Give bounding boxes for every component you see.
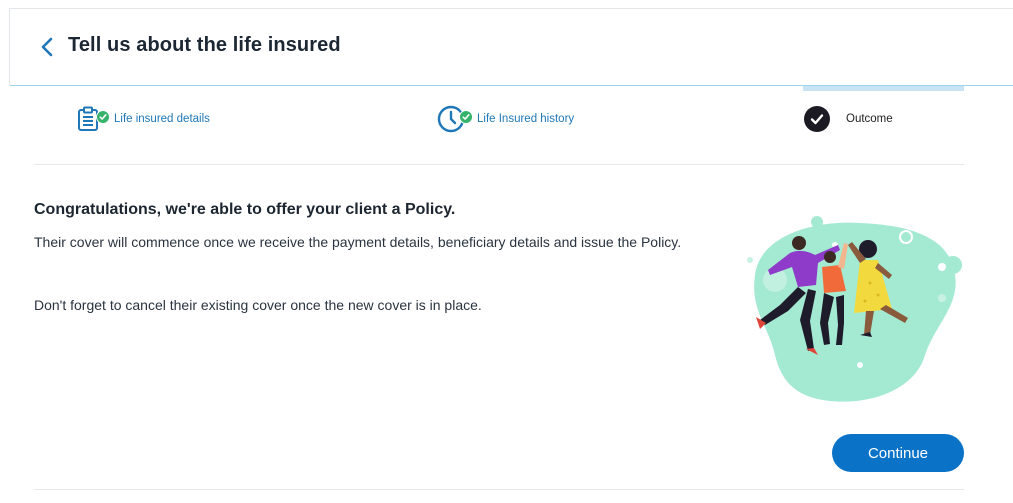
step-label: Life Insured history [477,113,575,125]
celebration-illustration [720,205,970,410]
step-label: Outcome [846,113,893,125]
continue-button[interactable]: Continue [832,434,964,472]
page-title: Tell us about the life insured [68,34,341,56]
divider [34,489,964,490]
page-header: Tell us about the life insured [10,9,1013,86]
check-badge-icon [459,110,473,124]
outcome-heading: Congratulations, we're able to offer you… [34,201,456,218]
chevron-left-icon [41,37,53,57]
outcome-paragraph: Don't forget to cancel their existing co… [34,297,482,313]
check-circle-icon [804,106,830,132]
step-life-insured-details[interactable]: Life insured details [74,104,210,134]
outcome-paragraph: Their cover will commence once we receiv… [34,234,682,250]
page: Tell us about the life insured Life insu… [0,0,1013,503]
progress-stepper: Life insured details Life Insured histor… [34,92,964,165]
clipboard-icon [74,105,110,133]
step-label: Life insured details [114,113,210,125]
clock-icon [437,105,473,133]
back-button[interactable] [38,36,56,58]
step-outcome[interactable]: Outcome [804,104,893,134]
check-badge-icon [96,110,110,124]
active-step-indicator [803,86,964,91]
step-life-insured-history[interactable]: Life Insured history [437,104,574,134]
